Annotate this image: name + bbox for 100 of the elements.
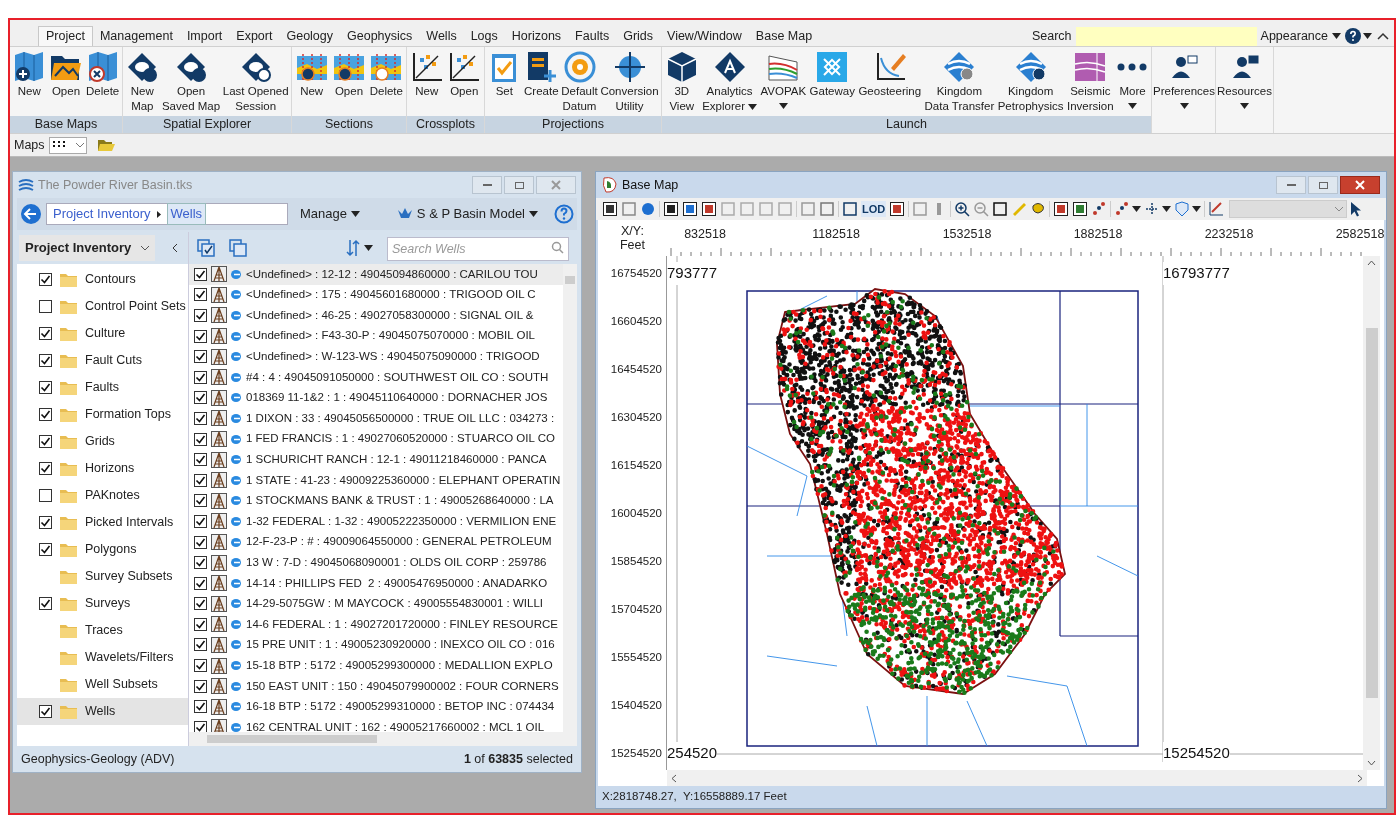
chevron-down-icon[interactable] [1367,760,1376,766]
ribbon-button[interactable]: Open Saved Map [161,50,221,116]
tree-item[interactable]: Horizons [17,455,188,482]
minimize-button[interactable] [1276,176,1306,194]
well-row[interactable]: 13 W : 7-D : 49045068090001 : OLDS OIL CORP : 259786 [189,552,563,573]
checkbox[interactable] [39,300,52,313]
tree-item[interactable]: Wells [17,698,188,725]
well-row[interactable]: <Undefined> : F43-30-P : 49045075070000 : MOBIL OIL [189,325,563,347]
checkbox[interactable] [39,705,52,718]
ribbon-button[interactable]: Set [487,50,522,116]
well-row[interactable]: 1 FED FRANCIS : 1 : 49027060520000 : STUARCO OIL CO [189,428,563,450]
breadcrumb-link[interactable]: Wells [166,203,207,225]
checkbox[interactable] [39,462,52,475]
collapse-chevron-icon[interactable] [1377,32,1389,40]
well-row[interactable]: 1 STOCKMANS BANK & TRUST : 1 : 49005268640000 : LA [189,490,563,512]
ribbon-button[interactable]: 3D View [664,50,699,116]
minimize-button[interactable] [472,176,502,194]
checkbox[interactable] [194,329,207,343]
maximize-button[interactable] [504,176,534,194]
checkbox[interactable] [39,381,52,394]
checkbox[interactable] [194,411,207,425]
well-row[interactable]: <Undefined> : 46-25 : 49027058300000 : SIGNAL OIL & [189,305,563,326]
ribbon-button[interactable]: Conversion Utility [600,50,659,116]
menu-tab[interactable]: Horizons [504,26,569,46]
menu-tab[interactable]: Import [179,26,230,46]
tree-item[interactable]: Traces [17,617,188,644]
maximize-button[interactable] [1308,176,1338,194]
ribbon-button[interactable]: New [409,50,444,116]
well-row[interactable]: 1 SCHURICHT RANCH : 12-1 : 49011218460000 : PANCA [189,449,563,470]
chevron-up-icon[interactable] [1367,260,1376,266]
well-row[interactable]: 15 PRE UNIT : 1 : 49005230920000 : INEXCO OIL CO : 016 [189,634,563,656]
ribbon-button[interactable]: Open [447,50,482,116]
well-row[interactable]: 14-29-5075GW : M MAYCOCK : 49005554830001 : WILLI [189,593,563,615]
appearance-menu[interactable]: Appearance [1260,26,1341,46]
checkbox[interactable] [194,556,207,570]
checkbox[interactable] [39,516,52,529]
fit-icon[interactable] [992,201,1009,217]
menu-tab[interactable]: Geology [279,26,340,46]
menu-tab[interactable]: Faults [568,26,617,46]
checkbox[interactable] [194,370,207,384]
chevron-right-icon[interactable] [1357,773,1363,783]
ribbon-button[interactable]: Open [332,50,366,116]
menu-tab[interactable]: Export [229,26,280,46]
help-icon[interactable] [1345,28,1361,44]
checkbox[interactable] [194,473,207,487]
ribbon-button[interactable]: AVOPAK [760,50,807,116]
tree-item[interactable]: Well Subsets [17,671,188,698]
tree-header-dropdown[interactable]: Project Inventory [19,235,156,261]
checkbox[interactable] [194,638,207,652]
checkbox[interactable] [39,435,52,448]
checkbox[interactable] [194,597,207,611]
checkbox[interactable] [194,494,207,508]
checkbox[interactable] [39,408,52,421]
ribbon-button[interactable]: Geosteering [858,50,922,116]
ruler-bar-icon[interactable] [842,201,858,217]
well-row[interactable]: <Undefined> : 12-12 : 49045094860000 : CARILOU TOU [189,264,563,285]
tree-item[interactable]: Picked Intervals [17,509,188,536]
checkbox[interactable] [194,391,207,405]
menu-tab[interactable]: Base Map [748,26,820,46]
well-row[interactable]: <Undefined> : 175 : 49045601680000 : TRIGOOD OIL C [189,284,563,306]
ribbon-button[interactable]: Analytics Explorer [702,50,758,116]
checkbox[interactable] [39,273,52,286]
lasso-icon[interactable] [1030,201,1047,217]
checkbox[interactable] [194,309,207,322]
checkbox[interactable] [39,354,52,367]
well-row[interactable]: 15-18 BTP : 5172 : 49005299300000 : MEDALLION EXPLO [189,655,563,676]
menu-tab[interactable]: Management [92,26,180,46]
checkbox[interactable] [194,700,207,714]
checkbox[interactable] [194,267,207,281]
checkbox[interactable] [194,535,207,549]
ribbon-button[interactable]: Delete [369,50,404,116]
ribbon-button[interactable]: Seismic Inversion [1067,50,1114,116]
model-menu[interactable]: S & P Basin Model [416,204,538,224]
ribbon-button[interactable]: Delete [85,50,120,116]
well-row[interactable]: #4 : 4 : 49045091050000 : SOUTHWEST OIL CO : SOUTH [189,366,563,388]
ribbon-button[interactable]: New [294,50,329,116]
tree-item[interactable]: Formation Tops [17,401,188,428]
breadcrumb-link[interactable]: Project Inventory [53,204,151,224]
tree-item[interactable]: Polygons [17,536,188,563]
ribbon-button[interactable]: More [1117,50,1149,116]
ribbon-button[interactable]: Create [524,50,559,116]
checkbox[interactable] [194,432,207,446]
ribbon-button[interactable]: Resources [1217,50,1272,116]
chevron-left-icon[interactable] [671,773,677,783]
tree-item[interactable]: Fault Cuts [17,347,188,374]
sort-button[interactable] [346,239,373,257]
well-row[interactable]: 150 EAST UNIT : 150 : 49045079900002 : FOUR CORNERS [189,675,563,697]
well-row[interactable]: 16-18 BTP : 5172 : 49005299310000 : BETOP INC : 074434 [189,696,563,718]
pen-axis-icon[interactable] [1208,201,1225,217]
checkbox[interactable] [39,489,52,502]
map-style-dropdown[interactable] [48,136,87,154]
ribbon-button[interactable]: Default Datum [561,50,598,116]
checkbox[interactable] [194,659,207,673]
tree-item[interactable]: Grids [17,428,188,455]
tree-item[interactable]: Contours [17,266,188,293]
well-row[interactable]: 1 STATE : 41-23 : 49009225360000 : ELEPHANT OPERATIN [189,469,563,491]
tree-item[interactable]: Control Point Sets [17,293,188,320]
check-all-icon[interactable] [197,239,215,257]
ribbon-button[interactable]: Open [49,50,83,116]
tree-item[interactable]: Wavelets/Filters [17,644,188,671]
